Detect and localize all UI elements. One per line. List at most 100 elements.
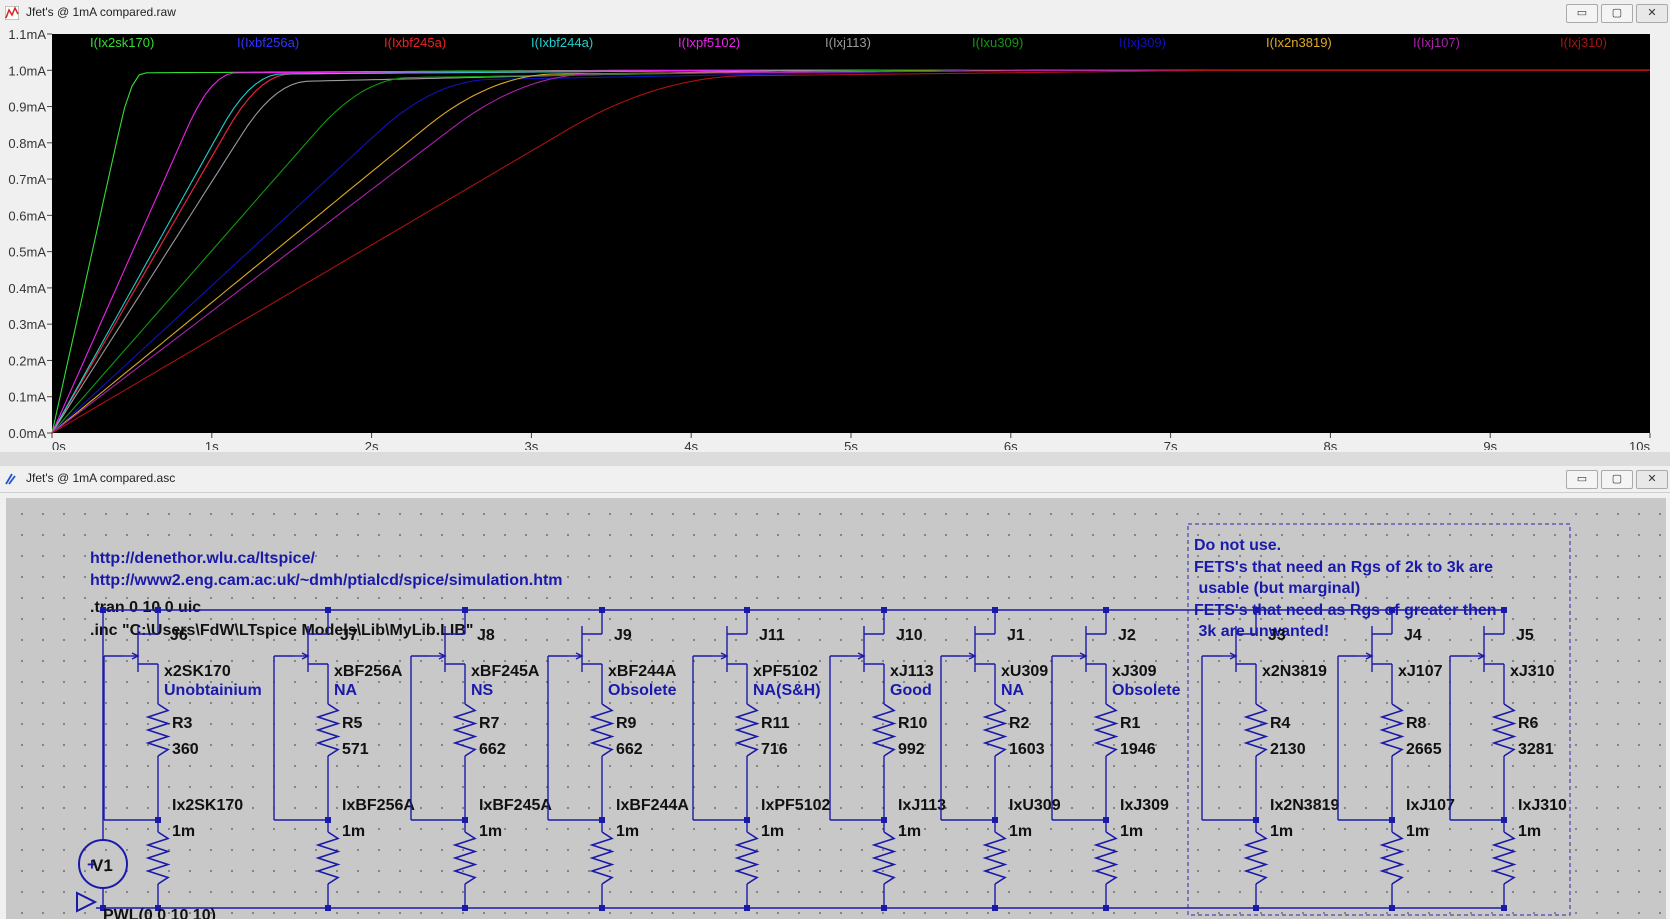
resistor-ref-label: R3 [172,715,193,732]
legend-entry[interactable]: I(Ixu309) [972,35,1023,50]
junction-dot [744,905,750,911]
minimize-button[interactable]: ▭ [1566,4,1598,23]
jfet-model-label: xBF245A [471,663,540,680]
close-button[interactable]: ✕ [1636,470,1668,489]
x-tick-label: 4s [684,439,698,450]
resistor-value-label: 1603 [1009,741,1045,758]
y-tick-label: 0.5mA [8,245,46,260]
x-tick-label: 8s [1324,439,1338,450]
current-source-value-label: 1m [898,823,921,840]
waveform-plot[interactable]: 0.0mA 0.1mA 0.2mA 0.3mA 0.4mA 0.5mA 0.6mA 0.7mA… [0,26,1670,450]
resistor-ref-label: R1 [1120,715,1141,732]
resistor-value-label: 992 [898,741,925,758]
plot-window: Jfet's @ 1mA compared.raw ▭ ▢ ✕ 0.0mA 0.1… [0,0,1670,452]
schematic-canvas[interactable]: http://denethor.wlu.ca/ltspice/ http://w… [0,492,1670,919]
link-cam-simulation[interactable]: http://www2.eng.cam.ac.uk/~dmh/ptialcd/s… [90,572,563,589]
resistor-ref-label: R2 [1009,715,1030,732]
current-source-value-label: 1m [1120,823,1143,840]
plot-window-titlebar[interactable]: Jfet's @ 1mA compared.raw ▭ ▢ ✕ [0,0,1670,27]
schematic-window-title: Jfet's @ 1mA compared.asc [26,471,176,485]
resistor-value-label: 2130 [1270,741,1306,758]
jfet-model-label: xJ310 [1510,663,1555,680]
minimize-button[interactable]: ▭ [1566,470,1598,489]
junction-dot [325,817,331,823]
x-tick-label: 6s [1004,439,1018,450]
resistor-ref-label: R4 [1270,715,1291,732]
junction-dot [1103,905,1109,911]
current-source-ref-label: Ix2N3819 [1270,797,1339,814]
tran-directive[interactable]: .tran 0 10 0 uic [90,599,201,616]
schematic-window: Jfet's @ 1mA compared.asc ▭ ▢ ✕ http://d… [0,466,1670,919]
junction-dot [325,905,331,911]
schematic-window-titlebar[interactable]: Jfet's @ 1mA compared.asc ▭ ▢ ✕ [0,466,1670,493]
resistor-ref-label: R9 [616,715,637,732]
jfet-model-label: xU309 [1001,663,1048,680]
legend-entry[interactable]: I(Ixbf244a) [531,35,593,50]
jfet-ref-label: J5 [1516,627,1534,644]
current-source-ref-label: IxBF245A [479,797,552,814]
legend-entry[interactable]: I(Ixj309) [1119,35,1166,50]
current-source-ref-label: IxJ309 [1120,797,1169,814]
legend-entry[interactable]: I(Ix2sk170) [90,35,154,50]
link-ltspice[interactable]: http://denethor.wlu.ca/ltspice/ [90,550,315,567]
jfet-status-label: Good [890,682,932,699]
junction-dot [881,817,887,823]
legend-entry[interactable]: I(Ixbf256a) [237,35,299,50]
jfet-ref-label: J8 [477,627,495,644]
junction-dot [1389,905,1395,911]
y-tick-label: 0.3mA [8,317,46,332]
resistor-value-label: 662 [616,741,643,758]
y-tick-label: 1.0mA [8,63,46,78]
junction-dot [1389,817,1395,823]
legend-entry[interactable]: I(Ixj113) [825,35,871,50]
maximize-button[interactable]: ▢ [1601,4,1633,23]
resistor-value-label: 1946 [1120,741,1156,758]
current-source-value-label: 1m [1270,823,1293,840]
close-button[interactable]: ✕ [1636,4,1668,23]
x-tick-label: 9s [1483,439,1497,450]
junction-dot [1103,817,1109,823]
junction-dot [1501,905,1507,911]
jfet-status-label: Obsolete [1112,682,1181,699]
jfet-status-label: Obsolete [608,682,677,699]
legend-entry[interactable]: I(Ixj310) [1560,35,1607,50]
legend-entry[interactable]: I(Ix2n3819) [1266,35,1332,50]
junction-dot [992,817,998,823]
y-tick-label: 0.0mA [8,426,46,441]
legend-entry[interactable]: I(Ixbf245a) [384,35,446,50]
current-source-value-label: 1m [1009,823,1032,840]
current-source-ref-label: IxBF244A [616,797,689,814]
resistor-value-label: 3281 [1518,741,1554,758]
inc-directive[interactable]: .inc "C:\Users\FdW\LTspice Models\Lib\My… [90,622,474,639]
jfet-model-label: x2SK170 [164,663,231,680]
plot-window-title: Jfet's @ 1mA compared.raw [26,5,176,19]
y-tick-label: 0.8mA [8,136,46,151]
current-source-value-label: 1m [342,823,365,840]
resistor-ref-label: R11 [761,715,790,732]
legend-entry[interactable]: I(Ixj107) [1413,35,1460,50]
resistor-ref-label: R8 [1406,715,1427,732]
resistor-ref-label: R6 [1518,715,1539,732]
v1-value: PWL(0 0 10 10) [103,907,216,919]
waveform-app-icon [5,6,19,20]
jfet-model-label: x2N3819 [1262,663,1327,680]
legend-entry[interactable]: I(Ixpf5102) [678,35,740,50]
jfet-ref-label: J1 [1007,627,1025,644]
resistor-ref-label: R7 [479,715,500,732]
junction-dot [992,905,998,911]
resistor-value-label: 571 [342,741,369,758]
junction-dot [881,905,887,911]
current-source-value-label: 1m [172,823,195,840]
current-source-value-label: 1m [1518,823,1541,840]
jfet-ref-label: J4 [1404,627,1422,644]
junction-dot [1253,905,1259,911]
current-source-value-label: 1m [479,823,502,840]
resistor-ref-label: R5 [342,715,363,732]
jfet-model-label: xBF244A [608,663,677,680]
v1-label: V1 [92,856,113,875]
jfet-ref-label: J9 [614,627,632,644]
x-tick-label: 7s [1164,439,1178,450]
junction-dot [462,905,468,911]
y-tick-label: 0.2mA [8,353,46,368]
maximize-button[interactable]: ▢ [1601,470,1633,489]
